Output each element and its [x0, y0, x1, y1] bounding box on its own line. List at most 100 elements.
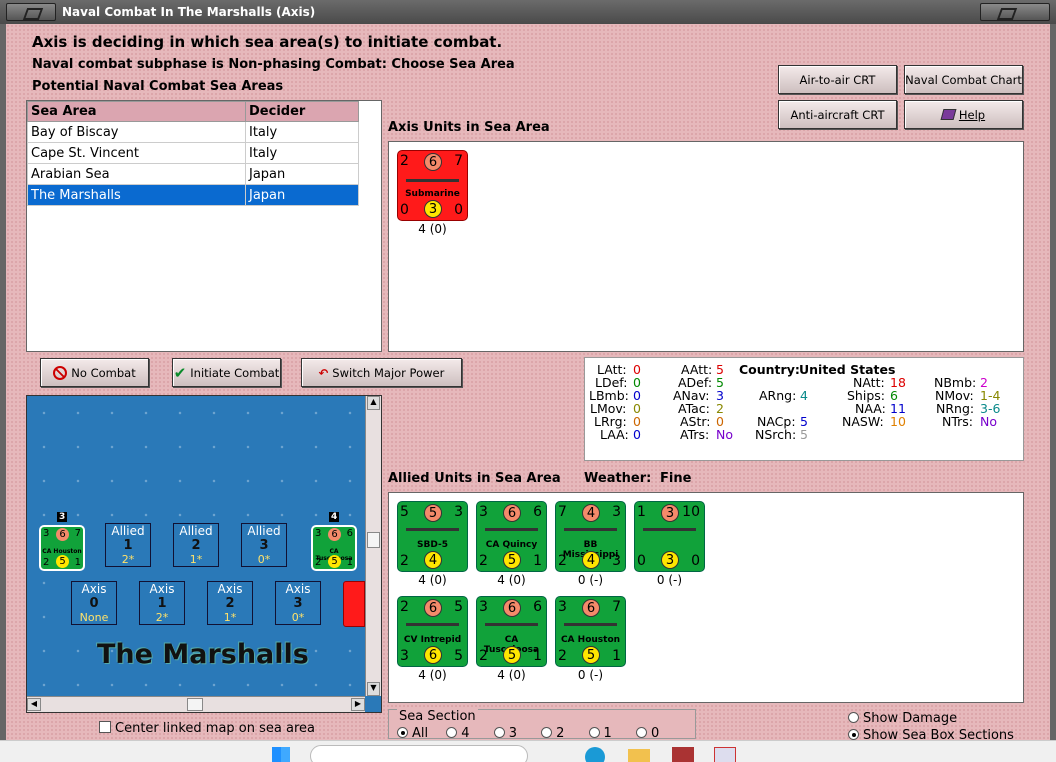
game-app-icon[interactable]	[672, 747, 694, 762]
unit-value: 4 (0)	[497, 668, 526, 682]
ship-icon	[406, 623, 459, 626]
decider-cell: Italy	[245, 121, 359, 143]
box-number: 0	[89, 596, 99, 611]
radio-button[interactable]	[493, 727, 505, 738]
vertical-scroll-thumb[interactable]	[367, 532, 380, 548]
sea-area-map[interactable]: 3 6 7 CA Houston 2 5 1 3 Allied 1 2* Allie…	[26, 395, 382, 713]
counter-top-right: 7	[612, 599, 621, 615]
unit-counter[interactable]: 1 3 10 0 3 0	[634, 501, 705, 572]
restore-button[interactable]	[980, 3, 1050, 21]
axis-sea-box-1[interactable]: Axis 1 2*	[139, 581, 185, 625]
anti-aircraft-crt-button[interactable]: Anti-aircraft CRT	[778, 100, 897, 129]
edge-icon[interactable]	[585, 747, 605, 762]
radio-button[interactable]	[848, 712, 859, 723]
allied-sea-box-3[interactable]: Allied 3 0*	[241, 523, 287, 567]
radio-button[interactable]	[446, 727, 458, 738]
column-header-sea-area[interactable]: Sea Area	[27, 101, 246, 122]
counter-bottom-left: 0	[400, 202, 409, 218]
radio-button[interactable]	[848, 729, 859, 740]
air-to-air-crt-button[interactable]: Air-to-air CRT	[778, 65, 897, 94]
status-line: Axis is deciding in which sea area(s) to…	[32, 33, 503, 51]
radio-option-all[interactable]: All	[397, 726, 428, 741]
country-label: Country:	[739, 362, 800, 377]
radio-button[interactable]	[588, 727, 600, 738]
radio-option-4[interactable]: 4	[446, 726, 470, 741]
vertical-scrollbar[interactable]: ▲ ▼	[365, 396, 381, 696]
taskbar-search-box[interactable]	[310, 745, 528, 762]
allied-sea-box-1[interactable]: Allied 1 2*	[105, 523, 151, 567]
table-title: Potential Naval Combat Sea Areas	[32, 79, 284, 94]
box-side: Axis	[81, 582, 107, 596]
scroll-up-arrow-icon[interactable]: ▲	[367, 396, 380, 410]
center-map-checkbox[interactable]	[99, 721, 111, 733]
radio-button[interactable]	[635, 727, 647, 738]
radio-button[interactable]	[397, 727, 408, 738]
initiate-combat-button[interactable]: ✔ Initiate Combat	[172, 358, 281, 387]
counter-top-circle: 3	[661, 504, 679, 522]
initiate-combat-label: Initiate Combat	[190, 365, 280, 380]
column-header-decider[interactable]: Decider	[245, 101, 359, 122]
table-row[interactable]: Bay of Biscay Italy	[27, 121, 359, 143]
map-counter-submarine-partial[interactable]	[343, 581, 365, 627]
sea-area-cell: The Marshalls	[27, 184, 246, 206]
horizontal-scrollbar[interactable]: ◀ ▶	[27, 696, 365, 712]
switch-major-power-button[interactable]: ↶ Switch Major Power	[301, 358, 462, 387]
box-value: 1*	[223, 611, 237, 624]
no-combat-button[interactable]: No Combat	[40, 358, 149, 387]
axis-sea-box-3[interactable]: Axis 3 0*	[275, 581, 321, 625]
sea-section-group: Sea Section All 4 3 2 1 0	[388, 709, 696, 741]
show-damage-option[interactable]: Show Damage	[848, 711, 957, 726]
stat-label: NTrs:	[942, 414, 974, 429]
counter-bottom-left: 0	[637, 553, 646, 569]
help-button[interactable]: Help	[904, 100, 1023, 129]
unit-counter[interactable]: 3 6 6 CA Quincy 2 5 1	[476, 501, 547, 572]
table-row-selected[interactable]: The Marshalls Japan	[27, 184, 359, 206]
counter-top-circle: 4	[582, 504, 600, 522]
radio-option-3[interactable]: 3	[493, 726, 517, 741]
naval-combat-chart-button[interactable]: Naval Combat Chart	[904, 65, 1023, 94]
horizontal-scroll-thumb[interactable]	[187, 698, 203, 711]
submarine-icon	[406, 179, 459, 182]
stat-value: 0	[633, 427, 641, 442]
counter-bottom-right: 1	[74, 557, 81, 568]
unit-counter[interactable]: 5 5 3 SBD-5 2 4	[397, 501, 468, 572]
counter-bottom-left: 2	[315, 557, 322, 568]
unit-counter[interactable]: 366CA Tuscaloosa251	[476, 596, 547, 667]
map-counter-ca-tuscaloosa[interactable]: 3 6 6 CA Tuscaloosa 2 5 1	[311, 525, 357, 571]
counter-top-left: 2	[400, 153, 409, 169]
table-row[interactable]: Cape St. Vincent Italy	[27, 142, 359, 164]
counter-top-right: 7	[74, 528, 81, 539]
radio-option-0[interactable]: 0	[635, 726, 659, 741]
unit-counter[interactable]: 743BB Mississippi243	[555, 501, 626, 572]
radio-option-2[interactable]: 2	[541, 726, 564, 741]
system-menu-button[interactable]	[6, 3, 56, 21]
box-value: 2*	[121, 553, 135, 566]
counter-top-circle: 5	[424, 504, 442, 522]
radio-label: 3	[508, 726, 517, 741]
unit-counter-submarine[interactable]: 2 6 7 Submarine 0 3 0	[397, 150, 468, 221]
box-value: 2*	[155, 611, 169, 624]
scroll-left-arrow-icon[interactable]: ◀	[27, 698, 41, 711]
right-frame	[1050, 24, 1056, 762]
unit-counter[interactable]: 3 6 7 CA Houston 2 5 1	[555, 596, 626, 667]
app-icon[interactable]	[714, 747, 736, 762]
folder-icon[interactable]	[628, 749, 650, 762]
checkmark-icon: ✔	[173, 363, 187, 382]
title-bar: Naval Combat In The Marshalls (Axis)	[0, 0, 1056, 24]
counter-top-left: 3	[558, 599, 567, 615]
naval-chart-label: Naval Combat Chart	[905, 72, 1022, 87]
axis-sea-box-2[interactable]: Axis 2 1*	[207, 581, 253, 625]
allied-sea-box-2[interactable]: Allied 2 1*	[173, 523, 219, 567]
radio-option-1[interactable]: 1	[588, 726, 612, 741]
unit-counter[interactable]: 2 6 5 CV Intrepid 3 6 5	[397, 596, 468, 667]
radio-button[interactable]	[541, 727, 553, 738]
scroll-right-arrow-icon[interactable]: ▶	[351, 698, 365, 711]
box-side: Allied	[111, 524, 145, 538]
map-counter-ca-houston[interactable]: 3 6 7 CA Houston 2 5 1	[39, 525, 85, 571]
center-map-option[interactable]: Center linked map on sea area	[99, 721, 315, 736]
start-icon[interactable]	[272, 747, 290, 762]
table-row[interactable]: Arabian Sea Japan	[27, 163, 359, 185]
scroll-down-arrow-icon[interactable]: ▼	[367, 682, 380, 696]
axis-sea-box-0[interactable]: Axis 0 None	[71, 581, 117, 625]
counter-top-circle: 6	[503, 599, 521, 617]
